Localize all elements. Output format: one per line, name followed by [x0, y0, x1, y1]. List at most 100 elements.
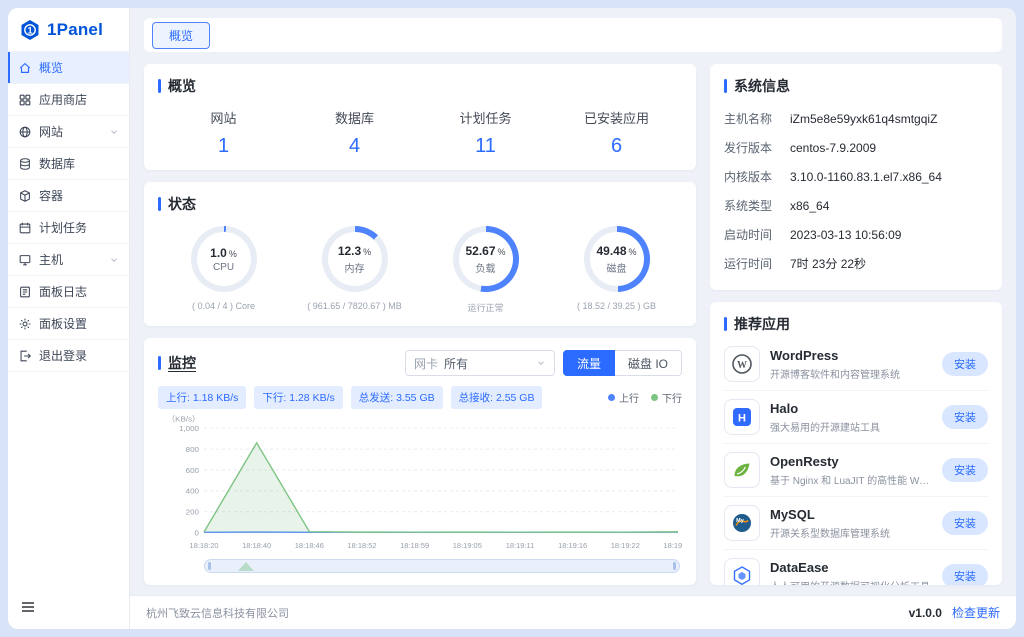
svg-text:18:19:05: 18:19:05	[453, 541, 482, 550]
svg-text:18:19:16: 18:19:16	[558, 541, 587, 550]
wordpress-logo: W	[724, 346, 760, 382]
app-name[interactable]: DataEase	[770, 560, 932, 575]
svg-text:18:19:11: 18:19:11	[506, 541, 535, 550]
gauge-detail: ( 0.04 / 4 ) Core	[192, 301, 255, 311]
legend-upload[interactable]: 上行	[608, 390, 639, 405]
mysql-logo: My	[724, 505, 760, 541]
tab-overview[interactable]: 概览	[152, 22, 210, 49]
info-row-boot-time: 启动时间 2023-03-13 10:56:09	[724, 220, 988, 249]
card-title-text: 系统信息	[734, 76, 790, 96]
title-accent-bar	[724, 79, 727, 93]
svg-text:18:18:59: 18:18:59	[400, 541, 429, 550]
disk-io-button[interactable]: 磁盘 IO	[615, 350, 682, 376]
svg-text:18:18:46: 18:18:46	[295, 541, 324, 550]
card-title-text: 监控	[168, 353, 196, 373]
svg-text:600: 600	[186, 466, 200, 475]
title-accent-bar	[724, 317, 727, 331]
traffic-button[interactable]: 流量	[563, 350, 615, 376]
sidebar-item-database[interactable]: 数据库	[8, 148, 129, 180]
stat-value[interactable]: 6	[611, 135, 622, 158]
title-accent-bar	[158, 79, 161, 93]
info-row-arch: 系统类型 x86_64	[724, 191, 988, 220]
gauge-label: 负载	[476, 260, 496, 275]
sidebar-item-host[interactable]: 主机	[8, 244, 129, 276]
sidebar-item-website[interactable]: 网站	[8, 116, 129, 148]
svg-text:My: My	[736, 518, 745, 524]
sidebar-item-logout[interactable]: 退出登录	[8, 340, 129, 372]
app-row-openresty: OpenResty 基于 Nginx 和 LuaJIT 的高性能 Web 平台 …	[724, 444, 988, 497]
svg-text:200: 200	[186, 508, 200, 517]
calendar-icon	[18, 221, 32, 235]
install-button[interactable]: 安装	[942, 458, 988, 482]
system-info-title: 系统信息	[724, 76, 988, 96]
status-card-title: 状态	[158, 194, 682, 214]
app-name[interactable]: WordPress	[770, 348, 932, 363]
sidebar-item-app-store[interactable]: 应用商店	[8, 84, 129, 116]
gauge-value: 52.67%	[465, 244, 505, 258]
sidebar: 1 1Panel 概览 应用商店 网站 数据库	[8, 8, 130, 629]
system-info-card: 系统信息 主机名称 iZm5e8e59yxk61q4smtgqiZ 发行版本 c…	[710, 64, 1002, 290]
app-info: Halo 强大易用的开源建站工具	[770, 401, 932, 434]
sidebar-item-label: 容器	[39, 187, 63, 204]
sidebar-item-container[interactable]: 容器	[8, 180, 129, 212]
app-description: 强大易用的开源建站工具	[770, 419, 932, 434]
info-label: 主机名称	[724, 110, 790, 127]
overview-stats: 网站 1 数据库 4 计划任务 11 已安装应用	[158, 108, 682, 158]
sidebar-item-cronjob[interactable]: 计划任务	[8, 212, 129, 244]
gauge-ring: 1.0% CPU	[191, 226, 257, 292]
nic-select[interactable]: 网卡 所有	[405, 350, 555, 376]
footer: 杭州飞致云信息科技有限公司 v1.0.0 检查更新	[130, 595, 1016, 629]
recommended-apps-list: W WordPress 开源博客软件和内容管理系统 安装 H	[724, 338, 988, 585]
gauge-value: 1.0%	[210, 246, 237, 260]
app-description: 开源关系型数据库管理系统	[770, 525, 932, 540]
app-name[interactable]: OpenResty	[770, 454, 932, 469]
sidebar-item-panel-logs[interactable]: 面板日志	[8, 276, 129, 308]
app-name[interactable]: Halo	[770, 401, 932, 416]
sidebar-item-label: 主机	[39, 251, 63, 268]
monitor-icon	[18, 253, 32, 267]
info-row-uptime: 运行时间 7时 23分 22秒	[724, 249, 988, 278]
chart-zoom-slider[interactable]	[204, 559, 680, 573]
stat-value[interactable]: 11	[475, 135, 496, 158]
stat-value[interactable]: 4	[349, 135, 360, 158]
app-name[interactable]: MySQL	[770, 507, 932, 522]
sidebar-item-label: 退出登录	[39, 347, 87, 364]
app-row-dataease: DataEase 人人可用的开源数据可视化分析工具 安装	[724, 550, 988, 585]
gauge-detail: ( 961.65 / 7820.67 ) MB	[307, 301, 402, 311]
sidebar-item-overview[interactable]: 概览	[8, 52, 129, 84]
svg-text:18:19:22: 18:19:22	[611, 541, 640, 550]
svg-text:18:19:28: 18:19:28	[663, 541, 682, 550]
gauge-label: 磁盘	[607, 260, 627, 275]
overview-card: 概览 网站 1 数据库 4 计划任务 11	[144, 64, 696, 170]
install-button[interactable]: 安装	[942, 405, 988, 429]
chart-legend: 上行 下行	[608, 390, 682, 405]
collapse-menu-icon[interactable]	[20, 599, 36, 615]
app-window: 1 1Panel 概览 应用商店 网站 数据库	[8, 8, 1016, 629]
stat-value[interactable]: 1	[218, 135, 229, 158]
sidebar-item-label: 计划任务	[39, 219, 87, 236]
grid-icon	[18, 93, 32, 107]
status-gauges: 1.0% CPU ( 0.04 / 4 ) Core 12.3% 内存	[158, 226, 682, 314]
gear-icon	[18, 317, 32, 331]
monitor-header: 监控 网卡 所有 流量 磁盘 IO	[158, 350, 682, 376]
install-button[interactable]: 安装	[942, 352, 988, 376]
gauge-load: 52.67% 负载 运行正常	[420, 226, 551, 314]
svg-text:1,000: 1,000	[179, 424, 200, 433]
traffic-line-chart: （KB/s）02004006008001,00018:18:2018:18:40…	[158, 413, 682, 555]
check-update-link[interactable]: 检查更新	[952, 604, 1000, 621]
install-button[interactable]: 安装	[942, 511, 988, 535]
brand-logo[interactable]: 1 1Panel	[8, 8, 129, 51]
status-card: 状态 1.0% CPU ( 0.04 / 4 ) Core	[144, 182, 696, 326]
version-label: v1.0.0	[909, 606, 942, 620]
install-button[interactable]: 安装	[942, 564, 988, 585]
stat-installed-apps: 已安装应用 6	[551, 108, 682, 158]
legend-download[interactable]: 下行	[651, 390, 682, 405]
info-label: 发行版本	[724, 139, 790, 156]
sidebar-item-panel-settings[interactable]: 面板设置	[8, 308, 129, 340]
app-info: MySQL 开源关系型数据库管理系统	[770, 507, 932, 540]
stat-label: 计划任务	[459, 108, 511, 127]
stat-label: 网站	[210, 108, 236, 127]
stat-databases: 数据库 4	[289, 108, 420, 158]
title-accent-bar	[158, 356, 161, 370]
app-info: OpenResty 基于 Nginx 和 LuaJIT 的高性能 Web 平台	[770, 454, 932, 487]
